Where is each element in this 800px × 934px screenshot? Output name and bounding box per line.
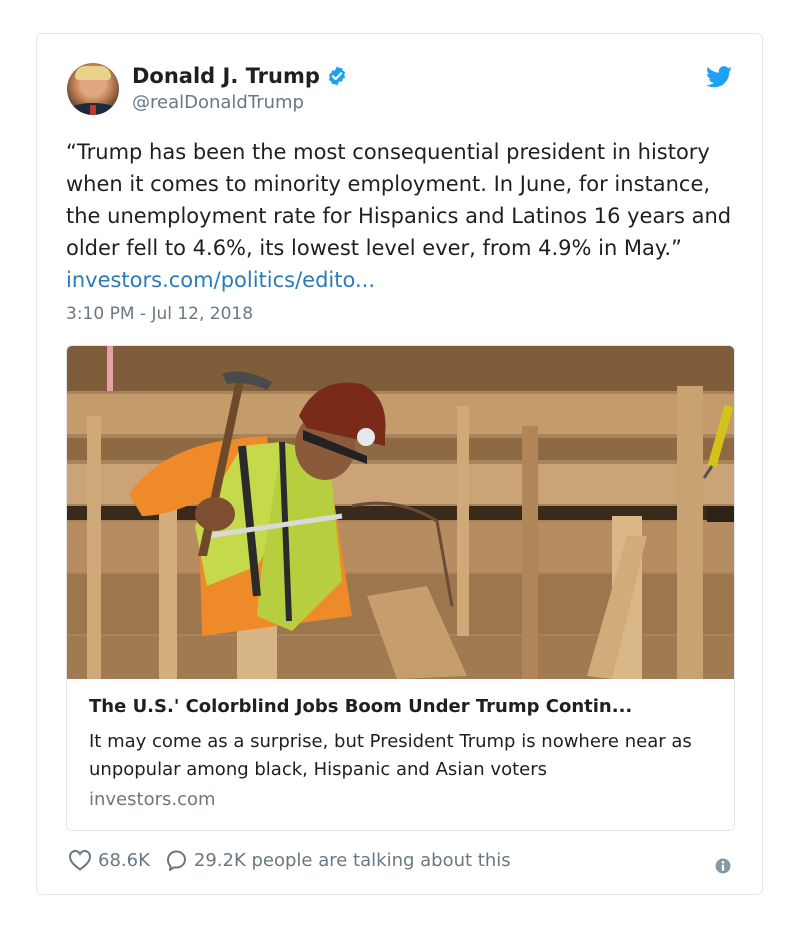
avatar[interactable] — [67, 63, 119, 115]
link-preview-card[interactable]: The U.S.' Colorblind Jobs Boom Under Tru… — [66, 345, 735, 831]
article-description: It may come as a surprise, but President… — [89, 731, 692, 780]
article-domain: investors.com — [89, 789, 216, 810]
article-title[interactable]: The U.S.' Colorblind Jobs Boom Under Tru… — [89, 696, 714, 717]
avatar-hair — [75, 66, 111, 80]
verified-badge-icon — [328, 66, 345, 86]
conversation-link[interactable]: 29.2K people are talking about this — [194, 850, 511, 871]
speech-bubble-icon[interactable] — [164, 849, 188, 871]
heart-icon[interactable] — [68, 849, 92, 871]
article-photo — [67, 346, 734, 679]
tweet-link[interactable]: investors.com/politics/edito... — [66, 268, 375, 292]
tweet-timestamp[interactable]: 3:10 PM - Jul 12, 2018 — [66, 304, 253, 324]
embedded-tweet-card: Donald J. Trump @realDonaldTrump “Trump … — [36, 33, 763, 895]
info-icon[interactable] — [715, 858, 731, 874]
author-row: Donald J. Trump — [132, 64, 348, 88]
avatar-tie — [90, 105, 96, 115]
tweet-actions: 68.6K 29.2K people are talking about thi… — [68, 849, 511, 871]
tweet-body: “Trump has been the most consequential p… — [66, 140, 732, 260]
author-name[interactable]: Donald J. Trump — [132, 64, 320, 88]
likes-count[interactable]: 68.6K — [98, 850, 150, 871]
author-handle[interactable]: @realDonaldTrump — [132, 92, 304, 113]
twitter-bird-icon[interactable] — [706, 66, 732, 88]
tweet-text: “Trump has been the most consequential p… — [66, 136, 736, 296]
